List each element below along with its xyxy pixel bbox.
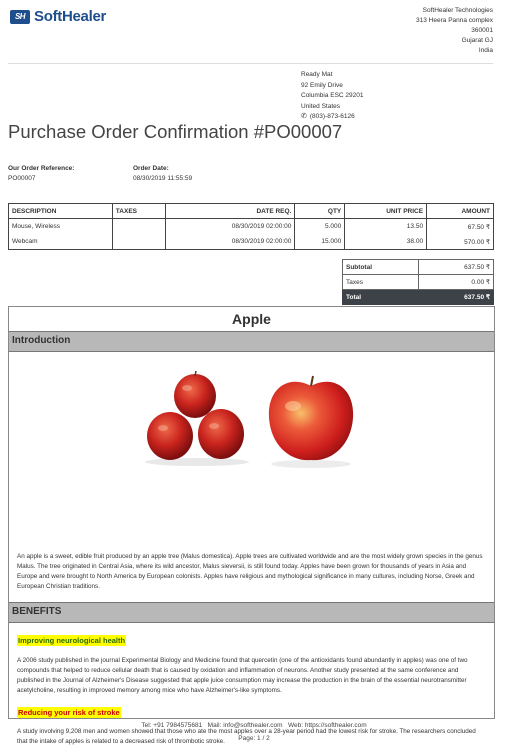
total-value: 637.50 ₹: [417, 289, 495, 305]
taxes-value: 0.00 ₹: [417, 274, 495, 290]
page-title: Purchase Order Confirmation #PO00007: [8, 121, 343, 142]
benefit-neurological-title: Improving neurological health: [17, 635, 127, 646]
introduction-text: An apple is a sweet, edible fruit produc…: [17, 553, 483, 590]
benefits-heading: BENEFITS: [9, 602, 494, 623]
cell-description: Webcam: [8, 234, 113, 250]
apple-images: [9, 352, 494, 494]
col-description: DESCRIPTION: [8, 203, 113, 219]
cell-unit-price: 13.50: [344, 218, 428, 234]
company-zip: 360001: [471, 27, 493, 34]
totals-table: Subtotal 637.50 ₹ Taxes 0.00 ₹ Total 637…: [342, 259, 495, 305]
subtotal-label: Subtotal: [342, 259, 419, 275]
logo-text: SoftHealer: [34, 8, 107, 25]
vendor-name: Ready Mat: [301, 71, 333, 78]
company-country: India: [478, 47, 493, 54]
vendor-address: Ready Mat 92 Emily Drive Columbia ESC 29…: [301, 70, 364, 123]
table-row: Webcam 08/30/2019 02:00:00 15.000 38.00 …: [8, 234, 494, 250]
company-address: SoftHealer Technologies 313 Heera Panna …: [416, 6, 493, 56]
benefit-stroke-title: Reducing your risk of stroke: [17, 707, 121, 718]
total-row: Total 637.50 ₹: [342, 289, 495, 305]
order-date-label: Order Date:: [133, 165, 169, 172]
introduction-heading: Introduction: [9, 331, 494, 352]
apple-single-image: [268, 375, 354, 468]
col-date-req: DATE REQ.: [164, 203, 296, 219]
cell-date-req: 08/30/2019 02:00:00: [164, 234, 296, 250]
order-lines-table: DESCRIPTION TAXES DATE REQ. QTY UNIT PRI…: [8, 203, 494, 250]
footer-contact: Tel: +91 7984575681 Mail: info@softheale…: [141, 722, 367, 729]
cell-taxes: [111, 218, 166, 234]
taxes-label: Taxes: [342, 274, 419, 290]
total-label: Total: [342, 289, 419, 305]
company-state: Gujarat GJ: [461, 37, 493, 44]
subtotal-row: Subtotal 637.50 ₹: [342, 259, 495, 275]
header-divider: [8, 63, 493, 64]
cell-qty: 15.000: [294, 234, 346, 250]
logo-mark: SH: [10, 9, 30, 24]
table-row: Mouse, Wireless 08/30/2019 02:00:00 5.00…: [8, 218, 494, 234]
company-logo: SH SoftHealer: [10, 8, 106, 25]
benefit-neurological-text: A 2006 study published in the journal Ex…: [17, 657, 468, 694]
cell-date-req: 08/30/2019 02:00:00: [164, 218, 296, 234]
table-header-row: DESCRIPTION TAXES DATE REQ. QTY UNIT PRI…: [8, 203, 494, 219]
order-date-value: 08/30/2019 11:55:59: [133, 175, 193, 182]
vendor-street: 92 Emily Drive: [301, 81, 343, 89]
order-date-block: Order Date: 08/30/2019 11:55:59: [133, 164, 192, 184]
vendor-country: United States: [301, 102, 341, 110]
cell-unit-price: 38.00: [344, 234, 428, 250]
product-description: Apple Introduction An apple is a sweet, …: [8, 306, 495, 745]
apple-pile-image: [145, 370, 249, 466]
cell-description: Mouse, Wireless: [8, 218, 113, 234]
company-street: 313 Heera Panna complex: [416, 17, 493, 24]
footer-page-number: Page: 1 / 2: [238, 735, 270, 742]
col-unit-price: UNIT PRICE: [344, 203, 428, 219]
cell-amount: 67.50 ₹: [426, 218, 494, 234]
company-name: SoftHealer Technologies: [422, 7, 493, 14]
cell-taxes: [111, 234, 166, 250]
cell-qty: 5.000: [294, 218, 346, 234]
subtotal-value: 637.50 ₹: [417, 259, 495, 275]
col-amount: AMOUNT: [426, 203, 494, 219]
taxes-row: Taxes 0.00 ₹: [342, 274, 495, 290]
order-reference-block: Our Order Reference: PO00007: [8, 164, 74, 184]
order-reference-value: PO00007: [8, 175, 36, 182]
col-qty: QTY: [294, 203, 346, 219]
product-title: Apple: [232, 311, 271, 327]
order-reference-label: Our Order Reference:: [8, 165, 75, 172]
cell-amount: 570.00 ₹: [426, 234, 494, 250]
vendor-city: Columbia ESC 29201: [301, 92, 364, 99]
col-taxes: TAXES: [111, 203, 166, 219]
